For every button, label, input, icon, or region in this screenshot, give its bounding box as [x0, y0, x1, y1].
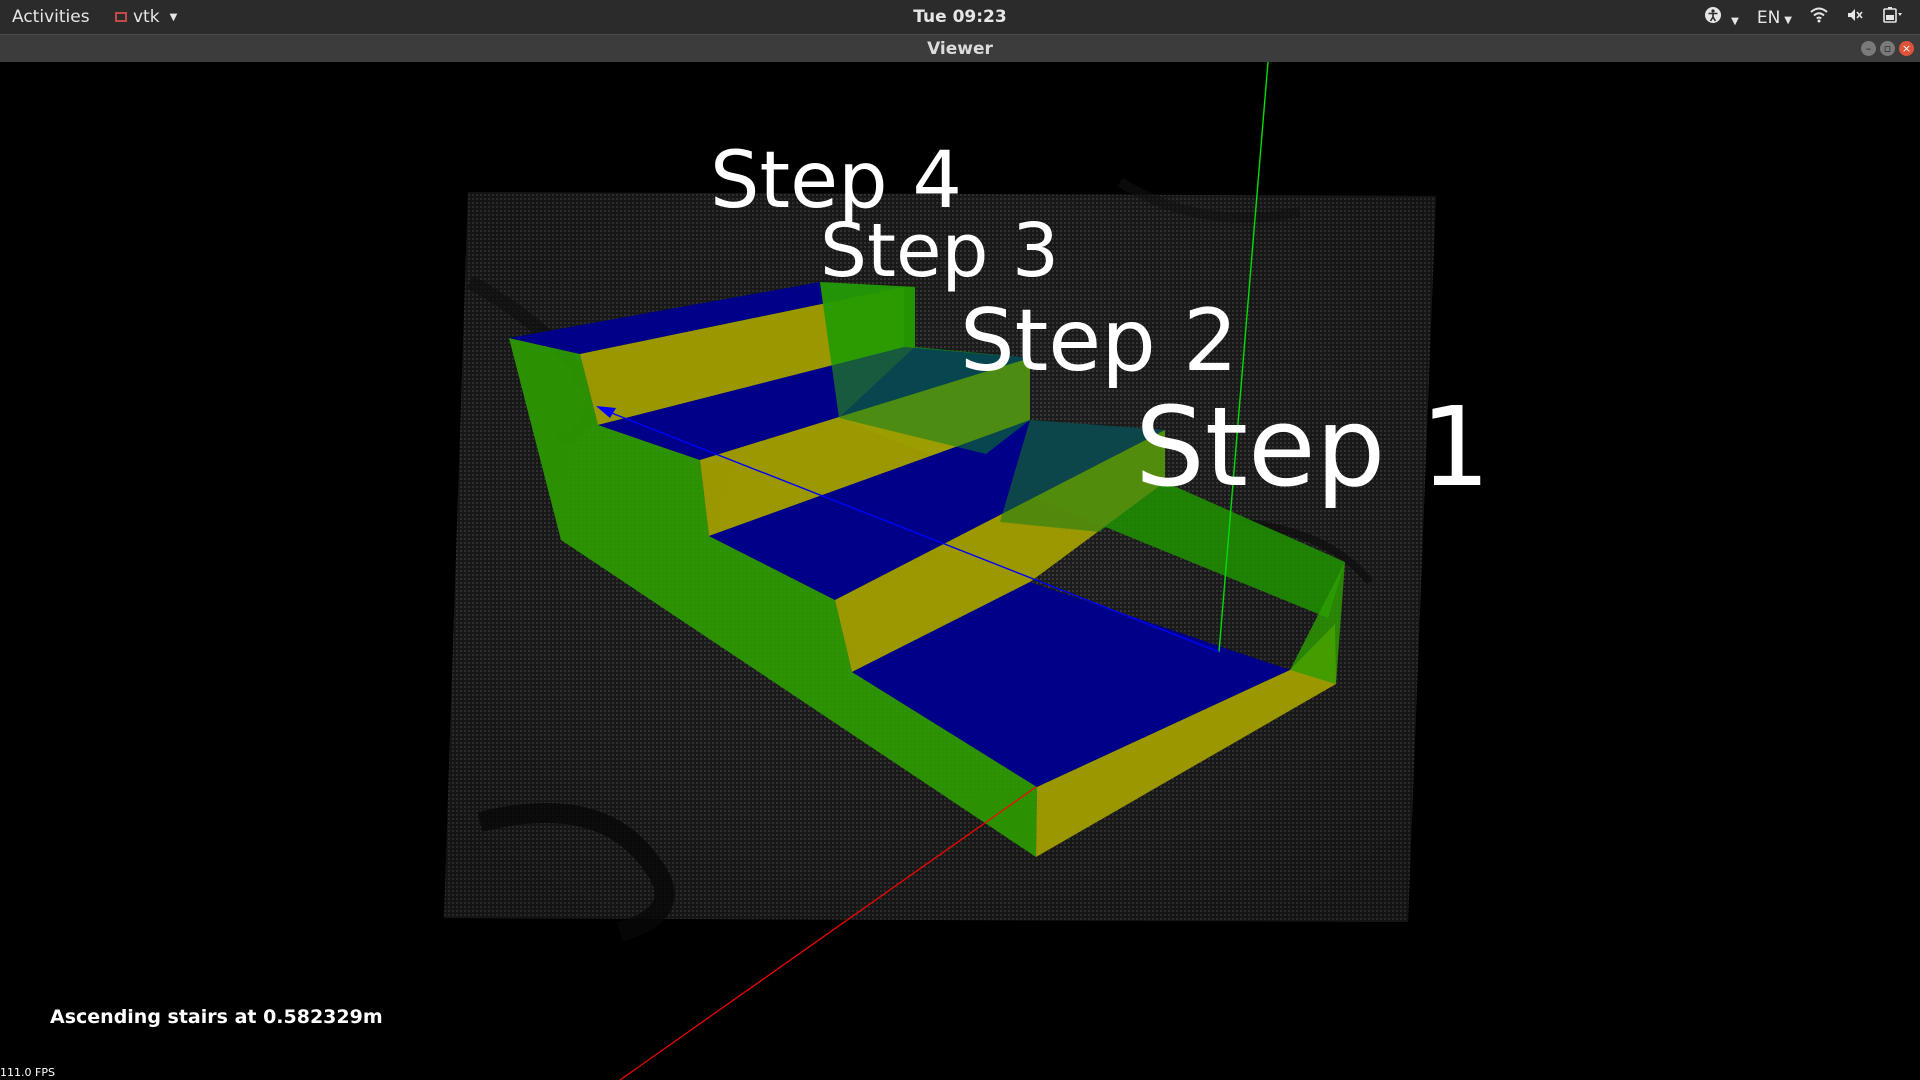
- activities-button[interactable]: Activities: [12, 7, 90, 27]
- minimize-button[interactable]: –: [1861, 41, 1876, 56]
- vtk-render-view[interactable]: Step 4 Step 3 Step 2 Step 1 Ascending st…: [0, 62, 1920, 1080]
- step-1-label: Step 1: [1135, 383, 1491, 511]
- step-2-label: Step 2: [960, 291, 1238, 391]
- battery-icon[interactable]: [1882, 7, 1904, 28]
- wifi-icon[interactable]: [1810, 7, 1828, 28]
- window-controls: – ▫ ×: [1861, 41, 1914, 56]
- app-menu[interactable]: vtk ▼: [115, 7, 177, 27]
- window-title: Viewer: [927, 39, 993, 59]
- language-indicator[interactable]: EN ▼: [1757, 8, 1792, 28]
- window-titlebar[interactable]: Viewer – ▫ ×: [0, 34, 1920, 62]
- accessibility-icon[interactable]: ▼: [1704, 6, 1739, 29]
- clock[interactable]: Tue 09:23: [0, 7, 1920, 27]
- app-icon: [115, 12, 127, 22]
- volume-icon[interactable]: [1846, 7, 1864, 28]
- chevron-down-icon: ▼: [169, 11, 178, 23]
- step-3-label: Step 3: [820, 208, 1060, 294]
- top-bar: Activities vtk ▼ Tue 09:23 ▼ EN ▼: [0, 0, 1920, 34]
- language-label: EN: [1756, 7, 1781, 28]
- system-tray[interactable]: ▼ EN ▼: [1704, 6, 1904, 29]
- maximize-button[interactable]: ▫: [1880, 41, 1895, 56]
- close-button[interactable]: ×: [1899, 41, 1914, 56]
- stairs-status-text: Ascending stairs at 0.582329m: [50, 1006, 383, 1028]
- chevron-down-icon: ▼: [1784, 14, 1792, 26]
- fps-counter: 111.0 FPS: [0, 1066, 55, 1079]
- app-menu-label: vtk: [133, 7, 160, 27]
